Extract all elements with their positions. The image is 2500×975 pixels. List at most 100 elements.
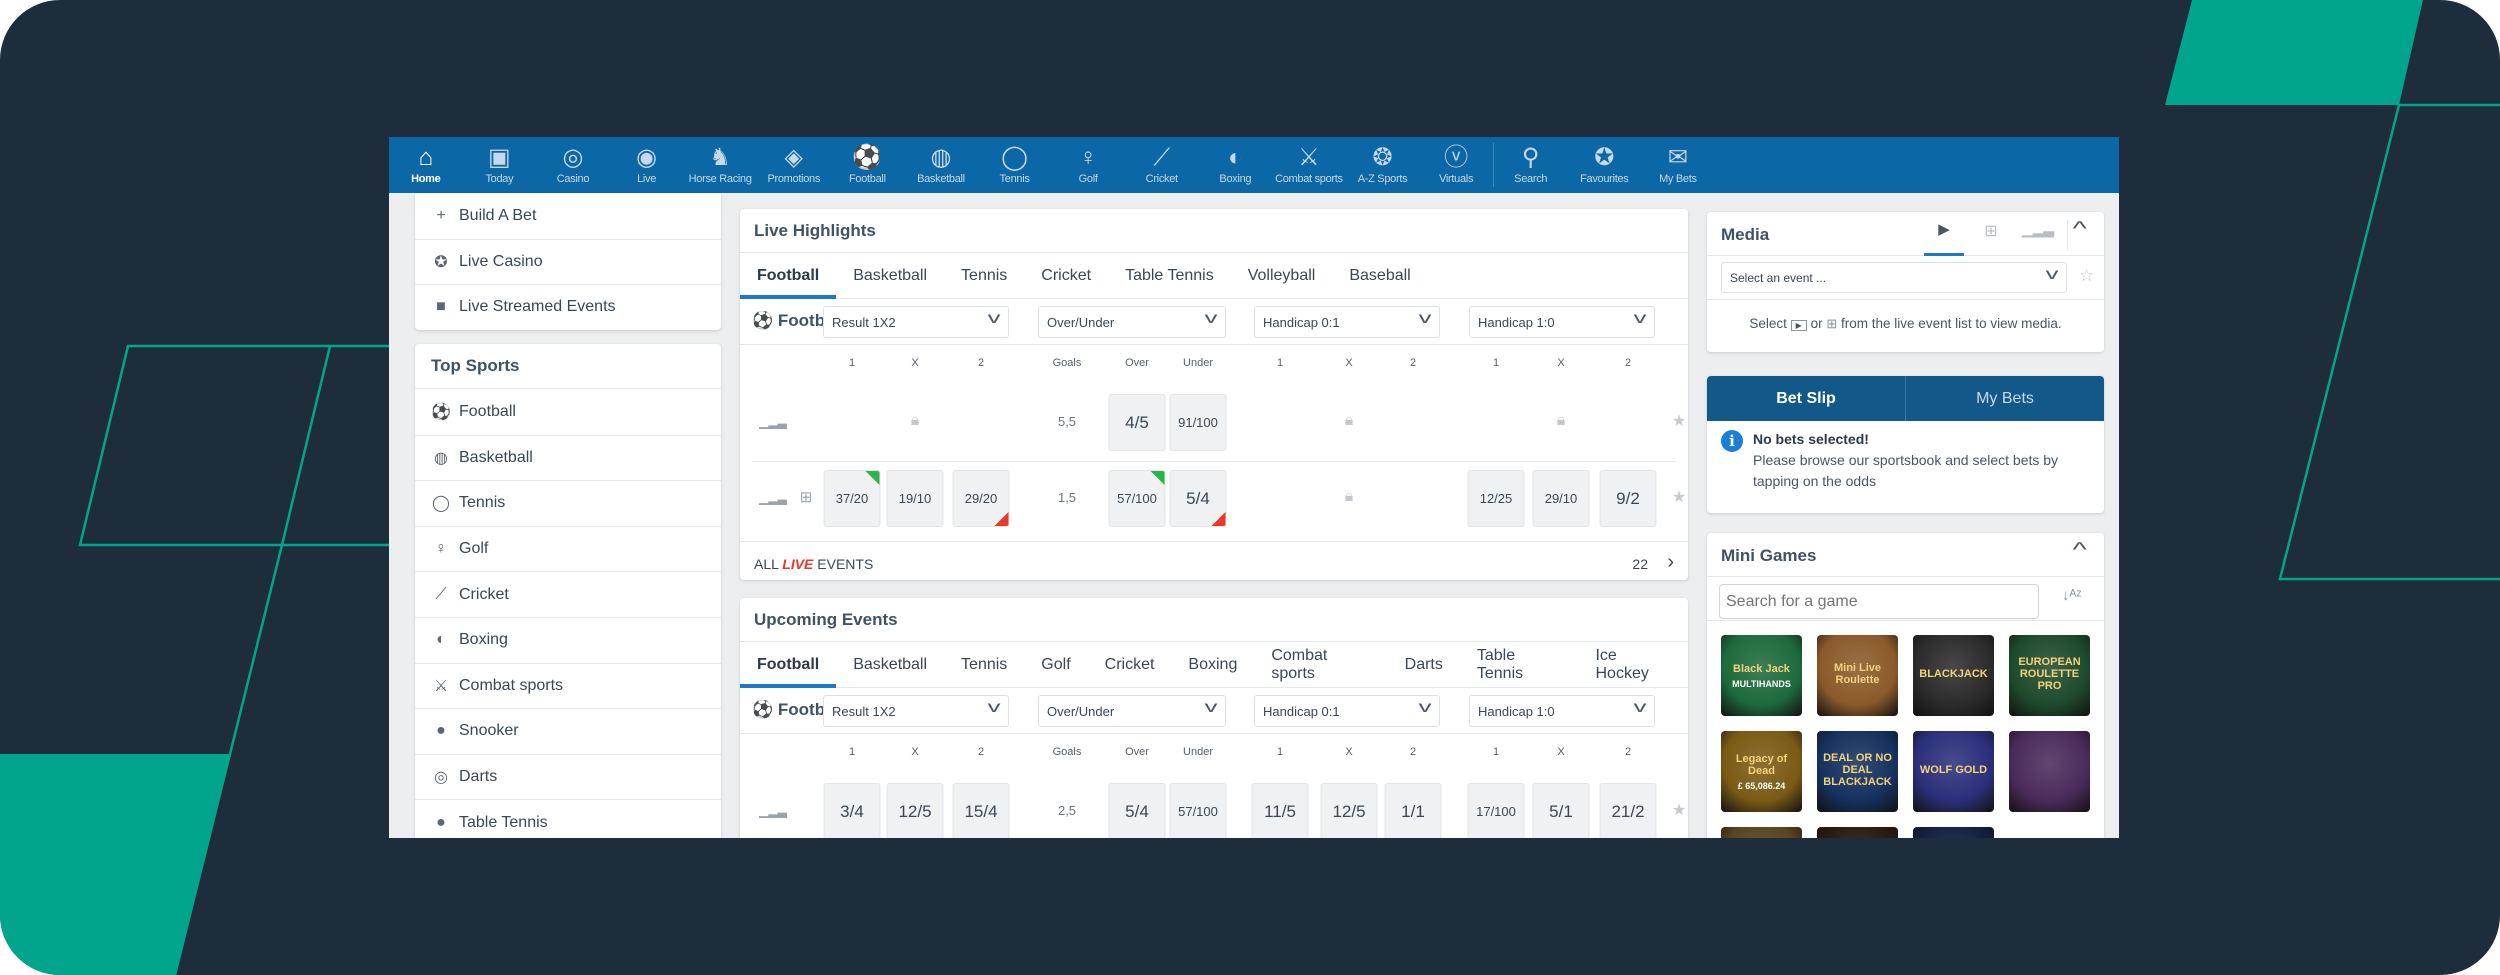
nav-tennis[interactable]: ◯ Tennis [978,137,1052,193]
tab-sport[interactable]: Darts [1388,642,1460,688]
nav-combat-sports[interactable]: ⚔ Combat sports [1272,137,1346,193]
odds-button[interactable]: 11/5 [1251,783,1309,838]
odds-button[interactable]: 57/100 [1169,783,1227,838]
tab-sport[interactable]: Tennis [944,642,1024,688]
collapse-chevron-icon[interactable]: ^ [2073,218,2087,241]
stats-tab-icon[interactable]: ▁▂▃ [2018,221,2058,238]
market-select[interactable]: Result 1X2 v [823,306,1009,338]
odds-button[interactable]: 91/100 [1169,394,1227,451]
market-select[interactable]: Result 1X2 v [823,695,1009,727]
collapse-chevron-icon[interactable]: ^ [2073,539,2087,562]
odds-button[interactable]: 5/4 [1108,783,1166,838]
tab-sport[interactable]: Ice Hockey [1578,642,1688,688]
favourite-star-icon[interactable]: ★ [1672,800,1686,820]
sidebar-item-sport[interactable]: ● Table Tennis [415,799,721,838]
sidebar-item-sport[interactable]: ♀ Golf [415,525,721,572]
tab-sport[interactable]: Basketball [836,642,944,688]
odds-button[interactable]: 3/4 [823,783,881,838]
quick-link[interactable]: ✪ Live Casino [415,238,721,285]
market-select[interactable]: Over/Under v [1038,695,1226,727]
all-live-events-link[interactable]: ALL LIVE EVENTS 22 › [740,541,1688,580]
stats-icon[interactable]: ▁▂▃ [759,491,787,505]
tab-sport[interactable]: Table Tennis [1460,642,1579,688]
game-tile[interactable]: Black Jack MULTIHANDS [1721,635,1802,716]
odds-button[interactable]: 12/25 [1467,470,1525,527]
nav-today[interactable]: ▣ Today [463,137,537,193]
stats-icon[interactable]: ▁▂▃ [759,415,787,429]
tab-sport[interactable]: Cricket [1088,642,1172,688]
game-tile[interactable]: DEAL OR NO DEAL BLACKJACK [1817,731,1898,812]
nav-virtuals[interactable]: ⓥ Virtuals [1419,137,1493,193]
nav-cricket[interactable]: ⟋ Cricket [1125,137,1199,193]
tab-sport[interactable]: Basketball [836,253,944,299]
odds-button[interactable]: 21/2 [1599,783,1657,838]
odds-button[interactable]: 17/100 [1467,783,1525,838]
sidebar-item-sport[interactable]: ⟋ Cricket [415,571,721,617]
tab-sport[interactable]: Baseball [1332,253,1427,299]
nav-search[interactable]: ⚲ Search [1494,137,1568,193]
tab-sport[interactable]: Combat sports [1254,642,1387,688]
sidebar-item-sport[interactable]: ◍ Basketball [415,434,721,481]
nav-boxing[interactable]: ◐ Boxing [1199,137,1273,193]
favourite-star-icon[interactable]: ★ [1672,411,1686,431]
game-tile[interactable] [1913,827,1994,838]
market-select[interactable]: Handicap 0:1 v [1254,306,1440,338]
game-search-input[interactable] [1719,584,2039,619]
sidebar-item-sport[interactable]: ◯ Tennis [415,480,721,526]
nav-my-bets[interactable]: ✉ My Bets [1641,137,1715,193]
odds-button[interactable]: 29/20 [952,470,1010,527]
tab-sport[interactable]: Football [740,253,837,299]
odds-button[interactable]: 9/2 [1599,470,1657,527]
odds-button[interactable]: 29/10 [1532,470,1590,527]
nav-home[interactable]: ⌂ Home [389,137,463,193]
sidebar-item-sport[interactable]: ◐ Boxing [415,616,721,663]
tab-sport[interactable]: Volleyball [1231,253,1333,299]
event-select[interactable]: Select an event ... v [1721,262,2067,293]
game-tile[interactable]: WOLF GOLD [1913,731,1994,812]
tab-sport[interactable]: Table Tennis [1108,253,1231,299]
tab-sport[interactable]: Tennis [944,253,1024,299]
video-tab-icon[interactable]: ▶ [1924,220,1964,256]
nav-horse-racing[interactable]: ♞ Horse Racing [683,137,757,193]
tab-sport[interactable]: Golf [1024,642,1087,688]
odds-button[interactable]: 5/1 [1532,783,1590,838]
nav-live[interactable]: ◉ Live [610,137,684,193]
market-select[interactable]: Over/Under v [1038,306,1226,338]
odds-button[interactable]: 37/20 [823,470,881,527]
tab-my-bets[interactable]: My Bets [1906,376,2104,421]
quick-link[interactable]: ■ Live Streamed Events [415,284,721,330]
stats-icon[interactable]: ▁▂▃ [759,804,787,818]
quick-link[interactable]: + Build A Bet [415,193,721,239]
odds-button[interactable]: 1/1 [1384,783,1442,838]
nav-basketball[interactable]: ◍ Basketball [904,137,978,193]
nav-football[interactable]: ⚽ Football [831,137,905,193]
game-tile[interactable] [1817,827,1898,838]
sidebar-item-sport[interactable]: ⚔ Combat sports [415,662,721,709]
odds-button[interactable]: 57/100 [1108,470,1166,527]
market-select[interactable]: Handicap 1:0 v [1469,306,1655,338]
game-tile[interactable] [1721,827,1802,838]
game-tile[interactable]: Legacy of Dead £ 65,086.24 [1721,731,1802,812]
tab-sport[interactable]: Cricket [1024,253,1108,299]
odds-button[interactable]: 5/4 [1169,470,1227,527]
nav-golf[interactable]: ♀ Golf [1051,137,1125,193]
sidebar-item-sport[interactable]: ⚽ Football [415,389,721,435]
tab-sport[interactable]: Football [740,642,837,688]
odds-button[interactable]: 19/10 [886,470,944,527]
market-select[interactable]: Handicap 1:0 v [1469,695,1655,727]
odds-button[interactable]: 12/5 [1320,783,1378,838]
game-tile[interactable]: Mini Live Roulette [1817,635,1898,716]
game-tile[interactable]: BLACKJACK [1913,635,1994,716]
nav-promotions[interactable]: ◈ Promotions [757,137,831,193]
tab-bet-slip[interactable]: Bet Slip [1707,376,1906,421]
game-tile[interactable]: EUROPEAN ROULETTE PRO [2009,635,2090,716]
sidebar-item-sport[interactable]: ● Snooker [415,708,721,754]
odds-button[interactable]: 15/4 [952,783,1010,838]
odds-button[interactable]: 12/5 [886,783,944,838]
nav-casino[interactable]: ◎ Casino [536,137,610,193]
sort-az-icon[interactable]: ↓ᴬᶻ [2062,587,2082,604]
nav-favourites[interactable]: ✪ Favourites [1568,137,1642,193]
favourite-star-icon[interactable]: ★ [1672,487,1686,507]
pitch-tab-icon[interactable]: ⊞ [1971,221,2011,241]
odds-button[interactable]: 4/5 [1108,394,1166,451]
